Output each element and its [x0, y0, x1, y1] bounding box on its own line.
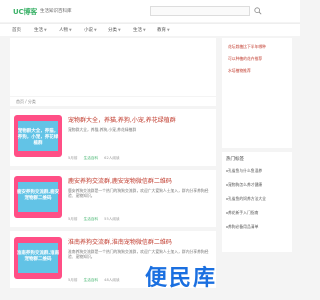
article-title[interactable]: 宠物群大全，养猫,养狗,小宠,养花绿植群: [68, 115, 176, 124]
sidebar-links-box: 花坛栽植比下半年哪种 可以种植的花卉推荐 水培植物推荐: [222, 38, 292, 148]
site-logo[interactable]: UC博客: [13, 7, 37, 17]
article-card[interactable]: 鹿安养狗交流群,鹿安宠物群二维码 鹿安养狗交流群,鹿安宠物微信群二维码 鹿安养狗…: [10, 170, 216, 227]
article-thumbnail[interactable]: 鹿安养狗交流群,鹿安宠物群二维码: [14, 176, 62, 218]
article-excerpt: 鹿安养狗交流群是一个热门的狗狗交流群，欢迎广大爱狗人士加入，群内分享养狗经验、宠…: [68, 188, 209, 198]
article-meta: 5月前 生活百科 62人阅读: [68, 156, 125, 161]
nav-item-novel[interactable]: 小说▼: [84, 27, 97, 33]
article-date: 5月前: [68, 217, 78, 221]
chevron-down-icon: ▼: [69, 28, 72, 32]
article-views: 55人阅读: [104, 217, 120, 221]
article-card[interactable]: 宠物群大全，养猫，养狗，小宠，养花绿植群 宠物群大全，养猫,养狗,小宠,养花绿植…: [10, 109, 216, 166]
nav-item-life2[interactable]: 生活▼: [133, 27, 146, 33]
article-date: 5月前: [68, 156, 78, 160]
article-title[interactable]: 淮南养狗交流群,淮南宠物微信群二维码: [68, 237, 172, 246]
chevron-down-icon: ▼: [118, 28, 121, 32]
nav-item-edu[interactable]: 教育▼: [157, 27, 170, 33]
sidebar-link[interactable]: 可以种植的花卉推荐: [228, 56, 290, 61]
nav-item-home[interactable]: 首页: [12, 27, 21, 33]
main-nav: 首页 生活▼ 人物▼ 小说▼ 分类▼ 生活▼ 教育▼: [0, 23, 300, 36]
article-views: 62人阅读: [104, 156, 120, 160]
thumbnail-text: 宠物群大全，养猫，养狗，小宠，养花绿植群: [17, 129, 59, 146]
nav-item-life[interactable]: 生活▼: [34, 27, 47, 33]
sidebar-hot-item[interactable]: 养狗必备用品清单: [228, 224, 290, 229]
site-slogan: 生活知识百科库: [40, 9, 72, 14]
article-category[interactable]: 生活百科: [84, 217, 98, 221]
article-title[interactable]: 鹿安养狗交流群,鹿安宠物微信群二维码: [68, 176, 172, 185]
site-header: UC博客 生活知识百科库: [0, 0, 300, 22]
breadcrumb: 首页 / 分类: [10, 97, 216, 106]
article-excerpt: 宠物群大全，养猫,养狗,小宠,养花绿植群: [68, 127, 137, 132]
article-category[interactable]: 生活百科: [84, 278, 98, 282]
chevron-down-icon: ▼: [94, 28, 97, 32]
search-icon[interactable]: [254, 7, 262, 15]
sidebar-hot-box: 热门标签 孔雀鱼与什么鱼混养 宠物狗怎么养才健康 孔雀鱼的饲养方法大全 养花新手…: [222, 152, 292, 252]
article-meta: 5月前 生活百科 55人阅读: [68, 217, 125, 222]
article-meta: 5月前 生活百科 48人阅读: [68, 278, 125, 283]
thumbnail-text: 淮南养狗交流群,淮南宠物群二维码: [16, 251, 60, 262]
sidebar-hot-item[interactable]: 孔雀鱼与什么鱼混养: [228, 168, 290, 173]
article-category[interactable]: 生活百科: [84, 156, 98, 160]
banner-area: [10, 38, 216, 96]
chevron-down-icon: ▼: [44, 28, 47, 32]
article-date: 5月前: [68, 278, 78, 282]
article-thumbnail[interactable]: 宠物群大全，养猫，养狗，小宠，养花绿植群: [14, 115, 62, 157]
sidebar-link[interactable]: 花坛栽植比下半年哪种: [228, 44, 290, 49]
search-input[interactable]: [150, 6, 250, 16]
sidebar-hot-item[interactable]: 养花新手入门指南: [228, 210, 290, 215]
nav-item-people[interactable]: 人物▼: [59, 27, 72, 33]
sidebar-link[interactable]: 水培植物推荐: [228, 68, 290, 73]
watermark-logo: 便民库: [145, 266, 218, 291]
article-views: 48人阅读: [104, 278, 120, 282]
article-thumbnail[interactable]: 淮南养狗交流群,淮南宠物群二维码: [14, 237, 62, 279]
chevron-down-icon: ▼: [143, 28, 146, 32]
thumbnail-text: 鹿安养狗交流群,鹿安宠物群二维码: [16, 190, 60, 201]
nav-item-category[interactable]: 分类▼: [108, 27, 121, 33]
article-excerpt: 淮南养狗交流群是一个热门的狗狗交流群，欢迎广大爱狗人士加入，群内分享养狗经验、宠…: [68, 249, 209, 259]
sidebar-hot-item[interactable]: 孔雀鱼的饲养方法大全: [228, 196, 290, 201]
sidebar-hot-item[interactable]: 宠物狗怎么养才健康: [228, 182, 290, 187]
chevron-down-icon: ▼: [167, 28, 170, 32]
sidebar-hot-title: 热门标签: [226, 157, 244, 162]
